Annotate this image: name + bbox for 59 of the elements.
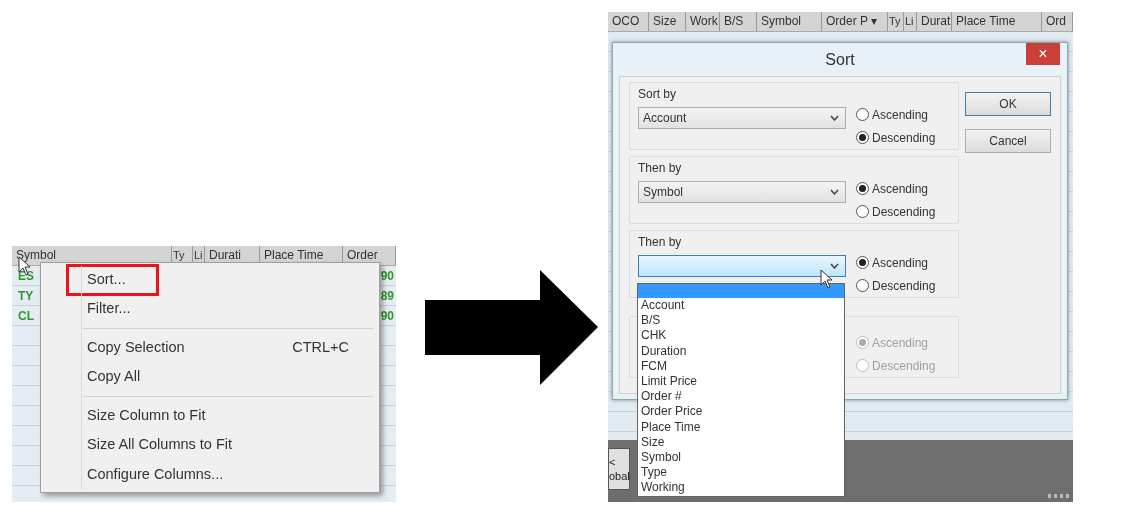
shortcut-label: CTRL+C [292, 337, 349, 357]
dropdown-field[interactable] [638, 255, 846, 277]
list-item[interactable]: Symbol [638, 450, 844, 466]
list-item[interactable]: Size [638, 434, 844, 451]
column-header[interactable]: Ord [1042, 12, 1073, 31]
close-button[interactable]: × [1026, 43, 1060, 65]
radio-button[interactable]: Ascending [856, 251, 936, 274]
menu-item[interactable]: Sort... [66, 263, 159, 296]
dialog-button[interactable]: OK [965, 92, 1051, 116]
table-cell-text: 90 [380, 268, 394, 285]
column-header[interactable]: Order P ▾ [822, 12, 888, 31]
menu-item[interactable]: Copy Selection [87, 336, 185, 359]
menu-item[interactable]: Configure Columns... [87, 463, 224, 486]
menu-item[interactable]: Copy All [87, 366, 141, 389]
radio-button[interactable]: Ascending [856, 177, 936, 200]
column-header[interactable]: OCO [608, 12, 649, 31]
caret-icon [830, 115, 839, 121]
list-item[interactable]: CHK [638, 328, 844, 344]
list-item[interactable]: FCM [638, 358, 844, 374]
list-item[interactable]: Type [638, 465, 844, 481]
caret-icon [830, 263, 839, 269]
column-header[interactable]: Ty [888, 12, 904, 31]
menu-item[interactable]: Filter... [87, 298, 131, 321]
list-item[interactable]: Order Price [638, 404, 844, 420]
side-tab[interactable]: < obal [608, 448, 630, 490]
table-cell-text: TY [17, 288, 35, 305]
column-header[interactable]: Size [649, 12, 686, 31]
list-item[interactable]: Order # [638, 389, 844, 405]
arrow-icon [425, 270, 598, 385]
table-cell-text: ES [17, 268, 35, 285]
list-item[interactable]: Account [638, 298, 844, 314]
column-header[interactable]: Symbol [757, 12, 822, 31]
caret-icon [830, 189, 839, 195]
radio-button[interactable]: Descending [856, 126, 936, 149]
menu-item[interactable]: Size All Columns to Fit [87, 434, 233, 457]
group-label: Sort by [638, 86, 677, 103]
table-cell-text: 89 [380, 288, 394, 305]
dropdown-field[interactable]: Symbol [638, 181, 846, 203]
table-cell-text: 90 [380, 308, 394, 325]
radio-button[interactable]: Descending [856, 274, 936, 297]
column-header[interactable]: Li [904, 12, 917, 31]
list-item[interactable]: B/S [638, 313, 844, 329]
table-cell-text: CL [17, 308, 35, 325]
dialog-button[interactable]: Cancel [965, 129, 1051, 153]
list-item[interactable]: Duration [638, 343, 844, 359]
radio-button[interactable]: Descending [856, 200, 936, 223]
group-label: Then by [638, 234, 683, 251]
menu-item[interactable]: Size Column to Fit [87, 404, 206, 427]
group-label: Then by [638, 160, 683, 177]
list-item[interactable]: Limit Price [638, 374, 844, 390]
dialog-title: Sort [824, 50, 856, 70]
list-item[interactable]: Place Time [638, 419, 844, 435]
radio-button[interactable]: Ascending [856, 103, 936, 126]
column-header[interactable]: Work [686, 12, 720, 31]
column-header[interactable]: Place Time [952, 12, 1042, 31]
dropdown-field[interactable]: Account [638, 107, 846, 129]
list-item[interactable]: Working [638, 480, 844, 496]
column-header[interactable]: B/S [720, 12, 757, 31]
resize-grip-icon[interactable] [1048, 494, 1070, 498]
